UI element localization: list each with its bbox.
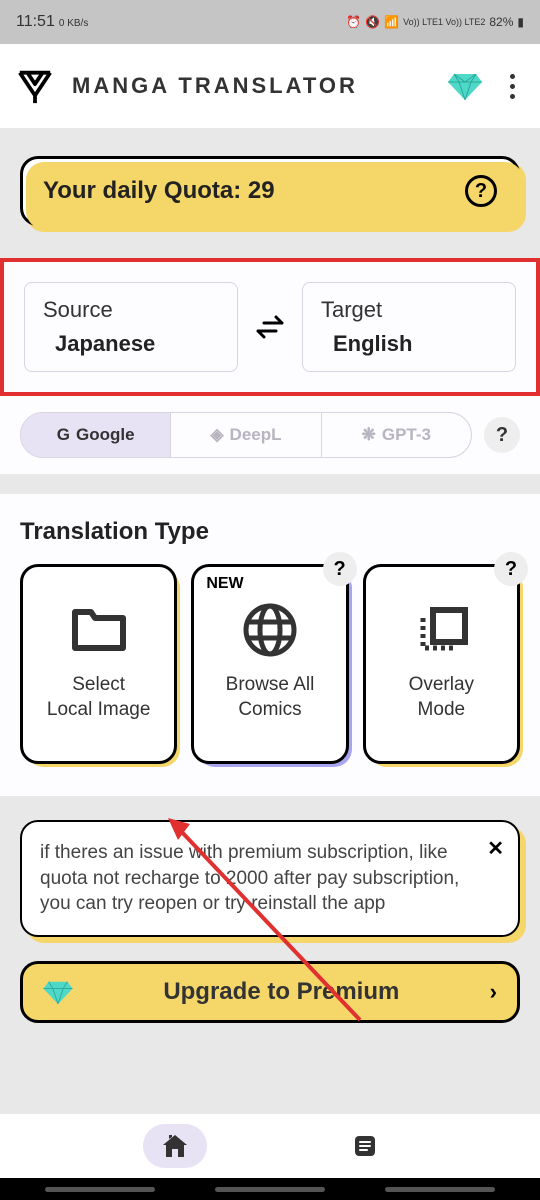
overlay-icon xyxy=(411,605,471,655)
type-label: Browse All Comics xyxy=(226,673,315,722)
source-value: Japanese xyxy=(43,331,219,357)
engine-row: G Google ◈ DeepL ❋ GPT-3 ? xyxy=(0,396,540,474)
app-header: MANGA TRANSLATOR xyxy=(0,44,540,128)
mute-icon: 🔇 xyxy=(365,15,380,29)
type-title: Translation Type xyxy=(20,518,520,546)
engine-deepl[interactable]: ◈ DeepL xyxy=(171,413,321,457)
folder-icon xyxy=(69,605,129,655)
source-language-select[interactable]: Source Japanese xyxy=(24,282,238,372)
target-value: English xyxy=(321,331,497,357)
upgrade-premium-button[interactable]: Upgrade to Premium › xyxy=(20,961,520,1023)
overlay-help-icon[interactable]: ? xyxy=(494,552,528,586)
quota-card[interactable]: Your daily Quota: 29 ? xyxy=(20,156,520,226)
engine-gpt3[interactable]: ❋ GPT-3 xyxy=(322,413,471,457)
notice-text: if theres an issue with premium subscrip… xyxy=(40,840,474,917)
signal-icon: Vo)) LTE1 Vo)) LTE2 xyxy=(403,17,485,27)
app-logo-icon xyxy=(16,67,54,105)
status-time: 11:51 xyxy=(16,13,55,31)
nav-list[interactable] xyxy=(333,1124,397,1168)
translation-type-section: Translation Type Select Local Image ? NE… xyxy=(0,494,540,796)
quota-text: Your daily Quota: 29 xyxy=(43,177,275,205)
premium-label: Upgrade to Premium xyxy=(89,978,474,1006)
status-speed: 0 KB/s xyxy=(59,18,88,29)
help-icon[interactable]: ? xyxy=(465,175,497,207)
app-title: MANGA TRANSLATOR xyxy=(72,73,358,99)
battery-icon: ▮ xyxy=(517,15,524,29)
status-bar: 11:51 0 KB/s ⏰ 🔇 📶 Vo)) LTE1 Vo)) LTE2 8… xyxy=(0,0,540,44)
overlay-mode-card[interactable]: Overlay Mode xyxy=(363,564,520,764)
globe-icon xyxy=(240,605,300,655)
bottom-nav xyxy=(0,1114,540,1178)
target-label: Target xyxy=(321,297,497,323)
select-local-image-card[interactable]: Select Local Image xyxy=(20,564,177,764)
close-icon[interactable]: ✕ xyxy=(487,836,504,861)
battery-text: 82% xyxy=(489,15,513,29)
type-label: Overlay Mode xyxy=(409,673,474,722)
new-badge: NEW xyxy=(206,575,243,593)
notice-card: if theres an issue with premium subscrip… xyxy=(20,820,520,937)
wifi-icon: 📶 xyxy=(384,15,399,29)
browse-comics-card[interactable]: NEW Browse All Comics xyxy=(191,564,348,764)
language-section: Source Japanese Target English xyxy=(0,258,540,396)
menu-button[interactable] xyxy=(500,66,524,106)
type-label: Select Local Image xyxy=(47,673,151,722)
alarm-icon: ⏰ xyxy=(346,15,361,29)
system-nav-bar xyxy=(0,1178,540,1200)
engine-help-icon[interactable]: ? xyxy=(484,417,520,453)
diamond-icon[interactable] xyxy=(448,72,482,100)
target-language-select[interactable]: Target English xyxy=(302,282,516,372)
source-label: Source xyxy=(43,297,219,323)
nav-home[interactable] xyxy=(143,1124,207,1168)
browse-help-icon[interactable]: ? xyxy=(323,552,357,586)
diamond-icon xyxy=(43,980,73,1004)
engine-google[interactable]: G Google xyxy=(21,413,171,457)
chevron-right-icon: › xyxy=(490,979,497,1005)
swap-languages-icon[interactable] xyxy=(250,315,290,339)
